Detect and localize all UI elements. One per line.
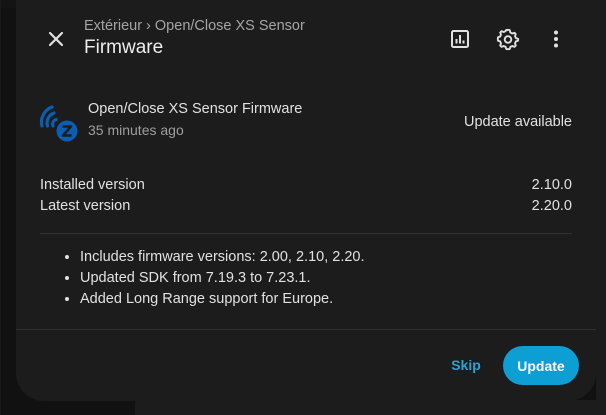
release-notes: Includes firmware versions: 2.00, 2.10, …	[40, 247, 572, 310]
installed-version-label: Installed version	[40, 177, 145, 193]
release-note-item: Includes firmware versions: 2.00, 2.10, …	[80, 247, 572, 268]
release-note-item: Updated SDK from 7.19.3 to 7.23.1.	[80, 268, 572, 289]
entity-name: Open/Close XS Sensor Firmware	[88, 101, 303, 117]
skip-button[interactable]: Skip	[442, 347, 490, 383]
latest-version-row: Latest version 2.20.0	[40, 198, 572, 218]
chart-box-icon	[451, 30, 469, 48]
background-panel-bottom	[135, 400, 606, 415]
more-info-dialog: Extérieur › Open/Close XS Sensor Firmwar…	[16, 0, 596, 401]
close-button[interactable]	[36, 19, 76, 59]
entity-state: Update available	[463, 114, 572, 130]
latest-version-value: 2.20.0	[531, 198, 572, 214]
background-panel-right	[596, 0, 606, 415]
actions-divider	[16, 329, 596, 330]
overflow-menu-button[interactable]	[536, 19, 576, 59]
history-button[interactable]	[440, 19, 480, 59]
release-note-item: Added Long Range support for Europe.	[80, 289, 572, 310]
dialog-title: Firmware	[84, 37, 164, 58]
installed-version-value: 2.10.0	[531, 177, 572, 193]
divider	[40, 233, 572, 234]
dots-vertical-icon	[554, 30, 558, 48]
entity-last-changed: 35 minutes ago	[88, 122, 184, 138]
update-button[interactable]: Update	[503, 346, 579, 385]
gear-icon	[496, 28, 520, 51]
background-left-edge	[0, 0, 1, 415]
installed-version-row: Installed version 2.10.0	[40, 177, 572, 197]
breadcrumb[interactable]: Extérieur › Open/Close XS Sensor	[84, 18, 305, 34]
zwave-icon	[39, 105, 78, 142]
latest-version-label: Latest version	[40, 198, 131, 214]
settings-button[interactable]	[488, 19, 528, 59]
close-icon	[48, 31, 64, 47]
